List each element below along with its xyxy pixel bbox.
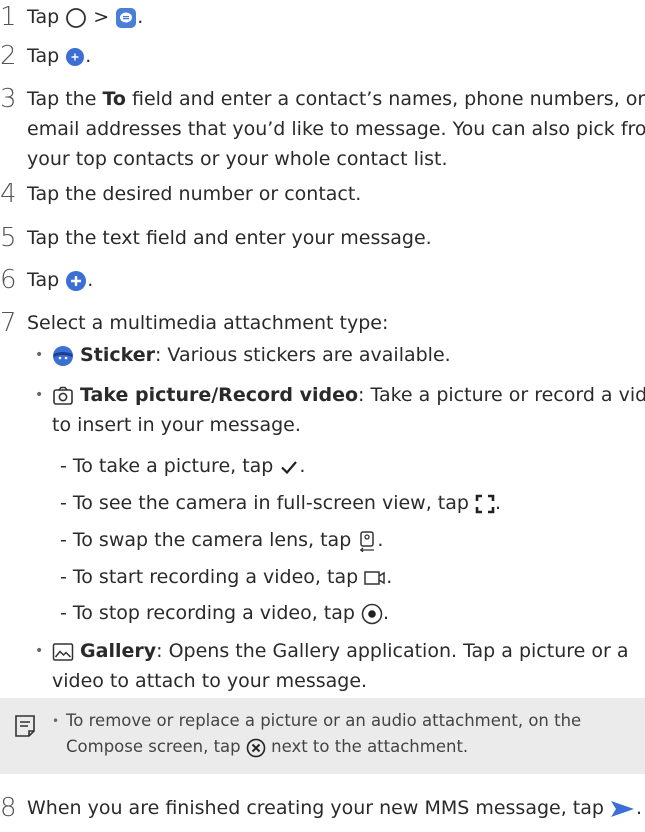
step-text: . [636, 797, 643, 819]
sticker-label: Sticker [80, 344, 155, 366]
step-text: When you are finished creating your new … [27, 797, 610, 819]
gallery-icon [52, 642, 74, 661]
bullet: • [52, 714, 60, 728]
note-icon [15, 715, 35, 737]
video-camera-icon [364, 570, 385, 585]
sub-start-recording: - To start recording a video, tap . [60, 566, 393, 588]
step-number: 2 [0, 41, 17, 71]
step-text: . [137, 6, 144, 28]
fullscreen-icon [475, 494, 495, 513]
checkmark-icon [281, 460, 298, 474]
step-text: Tap the desired number or contact. [27, 183, 362, 205]
stop-recording-icon [361, 603, 383, 624]
attachment-sticker: Sticker: Various stickers are available. [52, 340, 451, 370]
sub-swap-lens: - To swap the camera lens, tap . [60, 529, 384, 552]
remove-circle-icon [246, 738, 266, 757]
step-text: Tap the [27, 88, 103, 110]
sticker-desc: : Various stickers are available. [154, 344, 451, 366]
note-text: Compose screen, tap [66, 737, 246, 756]
sub-fullscreen: - To see the camera in full-screen view,… [60, 492, 502, 514]
camera-desc: : Take a picture or record a video [358, 384, 645, 406]
step-number: 7 [0, 308, 17, 338]
step-text: . [87, 269, 94, 291]
bullet: • [35, 347, 44, 363]
swap-camera-icon [360, 530, 375, 552]
gallery-desc-line2: video to attach to your message. [52, 670, 368, 692]
step-text: > [87, 6, 116, 28]
step-text: Tap [27, 45, 66, 67]
sub-text: - To see the camera in full-screen view,… [60, 492, 475, 514]
home-circle-icon [66, 7, 87, 28]
step-number: 4 [0, 179, 17, 209]
step-number: 3 [0, 84, 17, 114]
note-box: • To remove or replace a picture or an a… [0, 698, 645, 774]
step-number: 5 [0, 223, 17, 253]
step-number: 8 [0, 793, 17, 823]
sub-text: - To start recording a video, tap [60, 566, 365, 588]
attachment-camera: Take picture/Record video: Take a pictur… [52, 380, 645, 410]
sub-text: - To swap the camera lens, tap [60, 529, 358, 551]
gallery-desc: : Opens the Gallery application. Tap a p… [156, 640, 629, 662]
step-text: field and enter a contact’s names, phone… [125, 88, 645, 110]
bullet: • [35, 387, 44, 403]
attachment-gallery: Gallery: Opens the Gallery application. … [52, 636, 629, 666]
sticker-icon [53, 345, 73, 366]
bullet: • [35, 643, 44, 659]
to-field-label: To [102, 88, 126, 110]
step-number: 1 [0, 2, 17, 32]
gallery-label: Gallery [80, 640, 157, 662]
attach-plus-icon [66, 270, 87, 291]
compose-plus-icon [66, 47, 85, 66]
step-text-line: your top contacts or your whole contact … [27, 148, 448, 170]
note-text: next to the attachment. [265, 737, 469, 756]
step-text: Tap the text field and enter your messag… [27, 227, 432, 249]
camera-icon [53, 386, 73, 405]
sub-text: - To take a picture, tap [60, 455, 280, 477]
step-text: Tap [27, 269, 66, 291]
sub-text: - To stop recording a video, tap [60, 602, 361, 624]
send-icon [611, 800, 634, 817]
sub-take-picture: - To take a picture, tap . [60, 455, 306, 477]
step-text-line: email addresses that you’d like to messa… [27, 118, 645, 140]
step-text: Select a multimedia attachment type: [27, 312, 389, 334]
step-number: 6 [0, 265, 17, 295]
messages-app-icon [116, 7, 137, 28]
camera-label: Take picture/Record video [80, 384, 359, 406]
note-line-2: Compose screen, tap next to the attachme… [66, 732, 468, 762]
camera-desc-line2: to insert in your message. [52, 414, 301, 436]
step-text: . [85, 45, 92, 67]
step-text: Tap [27, 6, 66, 28]
sub-stop-recording: - To stop recording a video, tap . [60, 602, 390, 624]
